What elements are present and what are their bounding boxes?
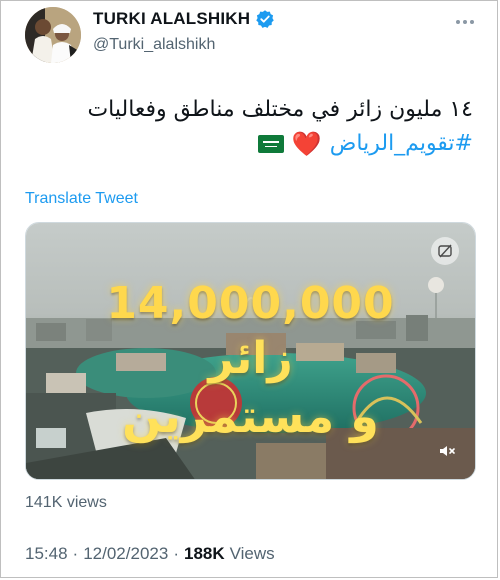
- display-name-text: TURKI ALALSHIKH: [93, 9, 251, 28]
- tweet-time[interactable]: 15:48: [25, 544, 68, 564]
- avatar[interactable]: [25, 7, 81, 63]
- tweet-views-label: Views: [229, 544, 275, 563]
- tweet-metadata: 15:48 · 12/02/2023 · 188K Views: [25, 544, 275, 564]
- tweet-views-count[interactable]: 188K: [184, 544, 225, 564]
- translate-tweet-link[interactable]: Translate Tweet: [25, 190, 138, 208]
- no-caption-icon[interactable]: [431, 237, 459, 265]
- heart-emoji: ❤️: [291, 130, 322, 158]
- tweet-text: ١٤ مليون زائر في مختلف مناطق وفعاليات #ت…: [23, 93, 473, 161]
- display-name[interactable]: TURKI ALALSHIKH: [93, 9, 275, 29]
- hashtag-link[interactable]: #تقويم_الرياض: [330, 127, 473, 161]
- more-options-icon[interactable]: [449, 11, 481, 33]
- user-handle[interactable]: @Turki_alalshikh: [93, 36, 215, 54]
- meta-separator: ·: [173, 544, 179, 563]
- tweet-card: TURKI ALALSHIKH @Turki_alalshikh ١٤ مليو…: [0, 0, 498, 578]
- tweet-video[interactable]: 14,000,000 زائر و مستمرين: [25, 222, 476, 480]
- avatar-image: [25, 7, 81, 63]
- visitor-count-overlay: 14,000,000: [106, 278, 395, 329]
- tweet-line-2: #تقويم_الرياض ❤️: [23, 127, 473, 161]
- muted-speaker-icon[interactable]: [435, 439, 459, 463]
- verified-badge-icon: [256, 10, 274, 28]
- meta-separator: ·: [72, 544, 79, 563]
- media-view-count: 141K views: [25, 494, 107, 511]
- overlay-arabic-line-2: و مستمرين: [122, 389, 379, 443]
- tweet-line-1: ١٤ مليون زائر في مختلف مناطق وفعاليات: [87, 97, 473, 122]
- overlay-arabic-line-1: زائر: [208, 333, 293, 384]
- tweet-date[interactable]: 12/02/2023: [83, 544, 168, 564]
- saudi-flag-icon: [257, 135, 284, 153]
